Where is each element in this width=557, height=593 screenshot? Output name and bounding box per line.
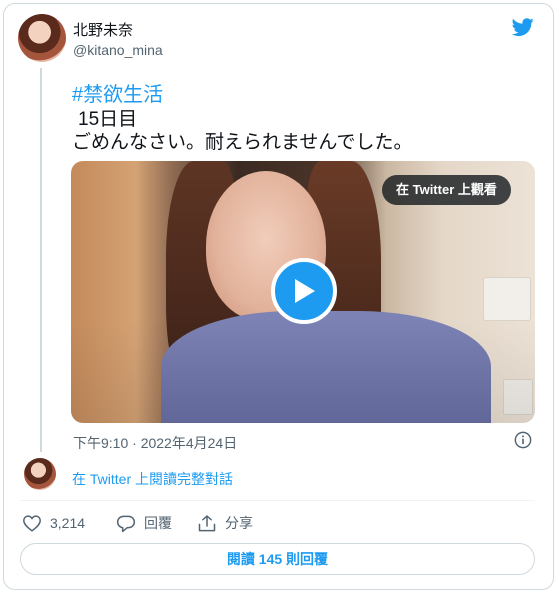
author-handle[interactable]: @kitano_mina <box>73 42 163 58</box>
tweet-timestamp[interactable]: 下午9:10 · 2022年4月24日 <box>73 433 237 453</box>
author-display-name[interactable]: 北野未奈 <box>73 19 133 40</box>
twitter-bird-icon[interactable] <box>510 16 536 38</box>
thread-line <box>40 68 42 452</box>
info-icon[interactable] <box>514 431 532 449</box>
tweet-hashtag[interactable]: #禁欲生活 <box>72 78 163 107</box>
share-button[interactable]: 分享 <box>197 513 253 533</box>
video-player[interactable]: 在 Twitter 上觀看 <box>71 161 535 423</box>
reply-label: 回覆 <box>144 515 172 531</box>
reply-icon <box>116 515 136 532</box>
watch-on-twitter-button[interactable]: 在 Twitter 上觀看 <box>382 175 511 205</box>
play-button[interactable] <box>271 258 337 324</box>
heart-icon <box>23 515 41 532</box>
like-count: 3,214 <box>50 515 86 531</box>
tweet-text-line-2: ごめんなさい。耐えられませんでした。 <box>72 132 413 153</box>
read-full-conversation-link[interactable]: 在 Twitter 上閱讀完整對話 <box>72 469 233 489</box>
conversation-avatar[interactable] <box>24 458 56 490</box>
play-icon <box>295 279 315 303</box>
reply-button[interactable]: 回覆 <box>116 513 172 533</box>
author-avatar[interactable] <box>18 14 66 62</box>
share-label: 分享 <box>225 515 253 531</box>
share-icon <box>198 514 216 531</box>
read-replies-button[interactable]: 閱讀 145 則回覆 <box>20 543 535 575</box>
like-button[interactable]: 3,214 <box>22 513 85 533</box>
divider <box>20 500 535 501</box>
